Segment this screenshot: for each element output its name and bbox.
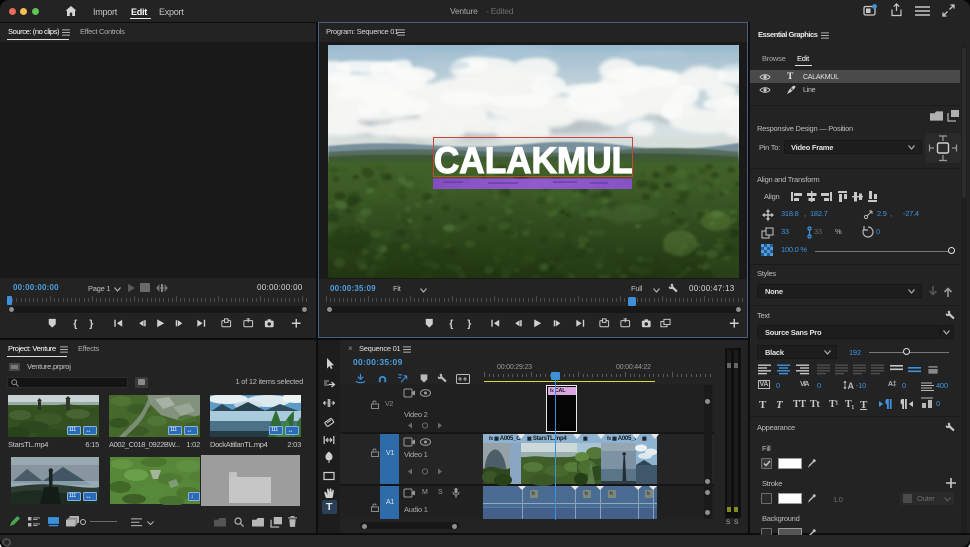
svg-text:}: } xyxy=(467,318,471,330)
svg-text:A: A xyxy=(848,381,855,391)
svg-text:{: { xyxy=(73,318,77,330)
svg-text:}: } xyxy=(89,318,93,330)
svg-text:{: { xyxy=(449,318,453,330)
